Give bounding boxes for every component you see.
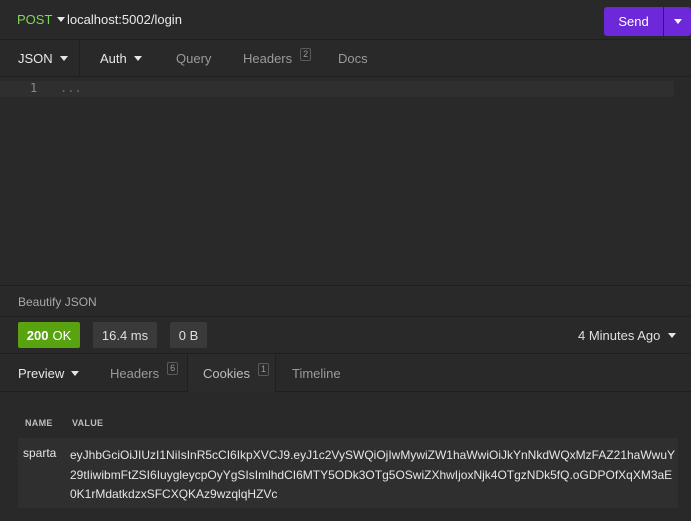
tab-timeline-label: Timeline — [292, 365, 341, 381]
tab-response-headers-label: Headers — [110, 365, 160, 381]
cookie-name: sparta — [23, 446, 57, 460]
tab-headers-label: Headers — [243, 51, 293, 66]
beautify-json-button[interactable]: Beautify JSON — [18, 295, 97, 309]
tab-docs[interactable]: Docs — [338, 40, 368, 77]
tab-response-headers[interactable]: Headers 6 — [110, 354, 179, 392]
chevron-down-icon — [57, 17, 66, 22]
tab-auth-label: Auth — [100, 51, 127, 66]
method-dropdown[interactable]: POST — [17, 12, 66, 27]
cookie-value: eyJhbGciOiJIUzI1NiIsInR5cCI6IkpXVCJ9.eyJ… — [70, 448, 676, 501]
chevron-down-icon — [133, 56, 142, 61]
line-number: 1 — [30, 81, 38, 95]
response-tabs: Preview Headers 6 Cookies 1 Timeline — [0, 354, 691, 393]
editor-footer: Beautify JSON — [0, 285, 691, 317]
response-time-badge: 16.4 ms — [93, 322, 157, 348]
tab-body-label: JSON — [18, 51, 53, 66]
method-label: POST — [17, 12, 53, 27]
tab-auth[interactable]: Auth — [100, 40, 142, 77]
status-code: 200 — [26, 327, 49, 343]
request-tabs: JSON Auth Query Headers 2 Docs — [0, 40, 691, 77]
tab-headers[interactable]: Headers 2 — [243, 40, 312, 77]
chevron-down-icon — [71, 370, 80, 376]
send-options-button[interactable] — [664, 7, 691, 36]
response-size-badge: 0 B — [170, 322, 207, 348]
history-dropdown[interactable]: 4 Minutes Ago — [578, 328, 677, 343]
tab-body-json[interactable]: JSON — [0, 40, 80, 77]
url-bar: POST localhost:5002/login Send — [0, 0, 691, 40]
send-button[interactable]: Send — [604, 7, 663, 36]
tab-preview-label: Preview — [18, 365, 65, 381]
response-age: 4 Minutes Ago — [578, 328, 661, 343]
status-text: OK — [52, 327, 72, 343]
response-status-bar: 200 OK 16.4 ms 0 B 4 Minutes Ago — [0, 317, 691, 354]
tab-cookies[interactable]: Cookies 1 — [187, 354, 276, 393]
chevron-down-icon — [59, 56, 68, 61]
headers-count-badge: 2 — [300, 47, 312, 61]
tab-cookies-label: Cookies — [203, 366, 250, 381]
body-editor[interactable]: 1 ... — [0, 78, 691, 285]
cookies-count-badge: 1 — [257, 362, 269, 376]
tab-timeline[interactable]: Timeline — [292, 354, 341, 392]
url-input[interactable]: localhost:5002/login — [67, 12, 182, 27]
tab-preview[interactable]: Preview — [18, 354, 80, 392]
table-row: sparta eyJhbGciOiJIUzI1NiIsInR5cCI6IkpXV… — [18, 438, 678, 508]
response-headers-count-badge: 6 — [167, 362, 179, 375]
editor-placeholder: ... — [60, 81, 82, 95]
cookies-table: NAME VALUE sparta eyJhbGciOiJIUzI1NiIsIn… — [0, 393, 691, 521]
column-header-value: VALUE — [72, 418, 104, 428]
chevron-down-icon — [668, 333, 677, 338]
status-badge: 200 OK — [18, 322, 80, 348]
active-line — [0, 81, 674, 97]
tab-query[interactable]: Query — [176, 40, 211, 77]
tab-docs-label: Docs — [338, 51, 368, 66]
column-header-name: NAME — [25, 418, 53, 428]
chevron-down-icon — [673, 19, 682, 24]
tab-query-label: Query — [176, 51, 212, 66]
